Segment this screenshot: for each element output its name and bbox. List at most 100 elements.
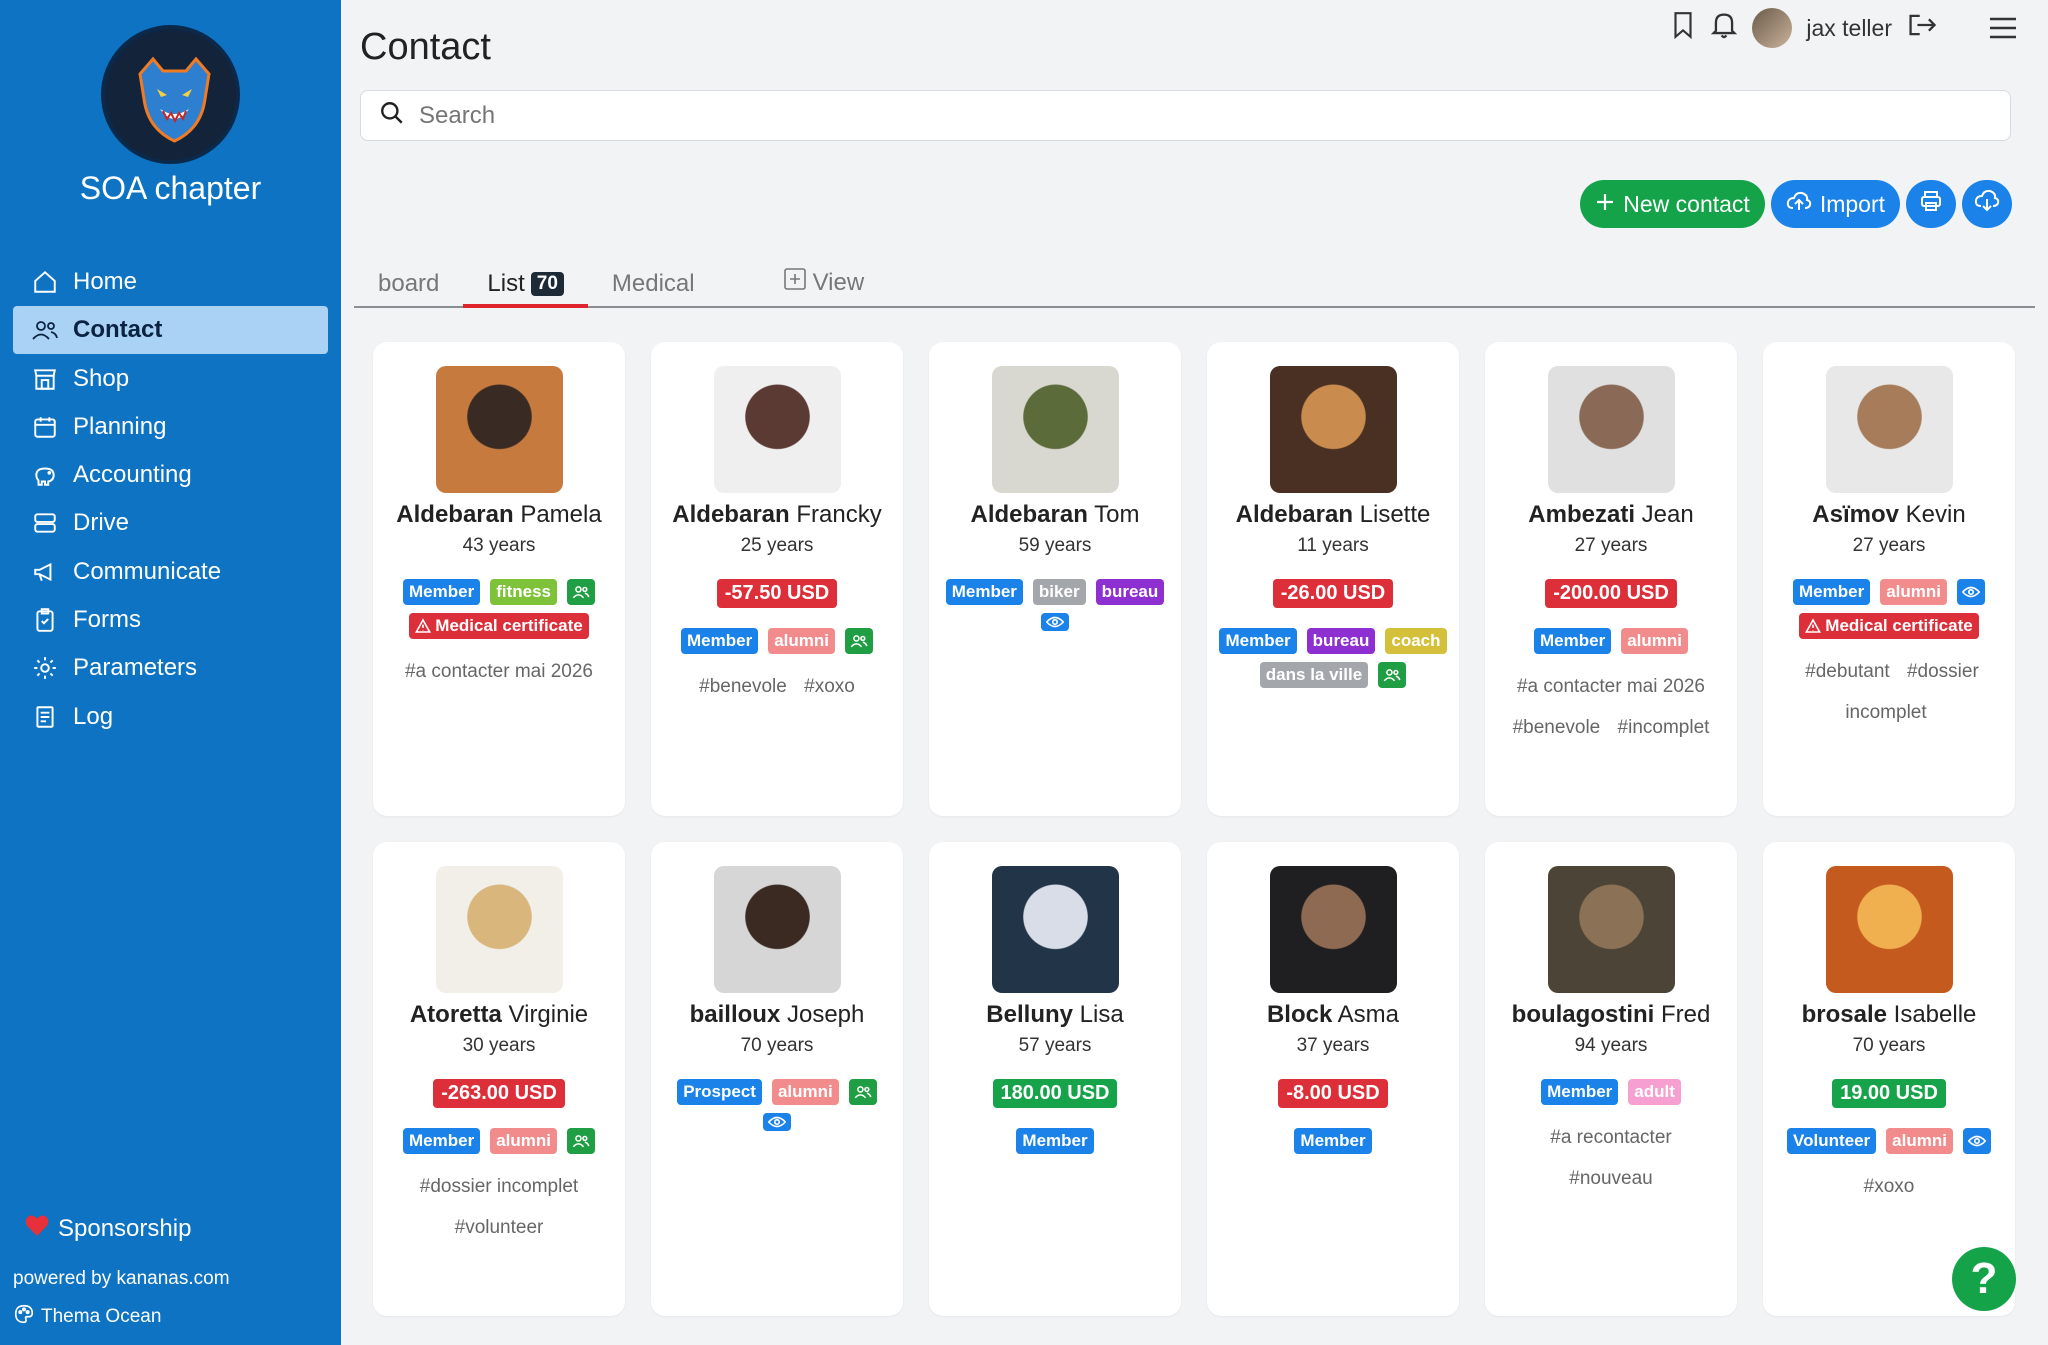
theme-switcher[interactable]: Thema Ocean: [13, 1303, 161, 1331]
sidebar-item-contact[interactable]: Contact: [13, 306, 328, 355]
tag[interactable]: #benevole: [1513, 717, 1601, 738]
contact-card[interactable]: brosale Isabelle 70 years 19.00 USD Volunte…: [1763, 842, 2015, 1316]
help-button[interactable]: ?: [1952, 1247, 2016, 1311]
plus-icon: [1595, 191, 1615, 218]
sidebar-item-log[interactable]: Log: [13, 693, 328, 741]
users-icon: [31, 316, 59, 344]
plus-square-icon: [783, 267, 807, 298]
tag[interactable]: #volunteer: [455, 1217, 544, 1238]
bookmark-icon[interactable]: [1670, 10, 1696, 46]
tab-list[interactable]: List 70: [463, 270, 588, 308]
group-badge: [566, 579, 595, 605]
contact-card[interactable]: bailloux Joseph 70 years Prospect alumni: [651, 842, 903, 1316]
contact-card[interactable]: boulagostini Fred 94 years Member adult #a r…: [1485, 842, 1737, 1316]
tag[interactable]: #a recontacter: [1550, 1127, 1671, 1148]
print-button[interactable]: [1906, 180, 1956, 228]
contact-name: Aldebaran Pamela: [373, 501, 625, 529]
tag-list: #xoxo: [1763, 1166, 2015, 1207]
status-badge: biker: [1032, 579, 1086, 605]
contact-first-name: Kevin: [1905, 501, 1966, 528]
contact-card[interactable]: Ambezati Jean 27 years -200.00 USD Member al…: [1485, 342, 1737, 816]
status-badge: alumni: [1880, 579, 1947, 605]
tag-list: #a contacter mai 2026 #benevole #incompl…: [1485, 666, 1737, 748]
chapter-logo[interactable]: [101, 25, 240, 164]
bell-icon[interactable]: [1710, 10, 1738, 46]
contact-card[interactable]: Belluny Lisa 57 years 180.00 USD Member: [929, 842, 1181, 1316]
contact-photo: [435, 366, 563, 493]
search-input[interactable]: [419, 101, 1919, 130]
user-name[interactable]: jax teller: [1806, 15, 1892, 42]
powered-by[interactable]: powered by kananas.com: [13, 1268, 230, 1290]
sidebar-item-communicate[interactable]: Communicate: [13, 548, 328, 596]
tab-label: List: [487, 270, 525, 297]
contact-card[interactable]: Aldebaran Pamela 43 years Member fitness Med…: [373, 342, 625, 816]
badge-label: Member: [1225, 631, 1291, 650]
badge-list: Member alumni: [373, 1128, 625, 1154]
contact-age: 59 years: [1018, 535, 1092, 556]
tab-label: View: [812, 268, 865, 296]
sidebar-item-planning[interactable]: Planning: [13, 403, 328, 451]
contact-card[interactable]: Aldebaran Tom 59 years Member biker bureau: [929, 342, 1181, 816]
tag-list: #dossier incomplet #volunteer: [373, 1166, 625, 1248]
group-icon: [1383, 667, 1401, 683]
import-button[interactable]: Import: [1770, 180, 1900, 228]
contact-name: Aldebaran Francky: [651, 501, 903, 529]
sidebar-item-label: Home: [73, 268, 138, 295]
tag[interactable]: #benevole: [699, 676, 787, 697]
new-contact-button[interactable]: New contact: [1580, 180, 1765, 228]
search-bar[interactable]: [360, 90, 2011, 141]
tag[interactable]: #debutant: [1805, 661, 1890, 682]
group-badge: [848, 1079, 877, 1105]
badge-label: alumni: [496, 1131, 551, 1150]
tag[interactable]: #nouveau: [1569, 1168, 1652, 1189]
download-button[interactable]: [1962, 180, 2012, 228]
contact-age: 94 years: [1574, 1035, 1648, 1056]
badge-label: adult: [1634, 1082, 1675, 1101]
sidebar-item-accounting[interactable]: Accounting: [13, 451, 328, 499]
contact-card[interactable]: Asïmov Kevin 27 years Member alumni Medical …: [1763, 342, 2015, 816]
drive-icon: [31, 509, 59, 537]
sidebar-item-forms[interactable]: Forms: [13, 596, 328, 644]
contact-card[interactable]: Atoretta Virginie 30 years -263.00 USD Memb…: [373, 842, 625, 1316]
tag[interactable]: #xoxo: [804, 676, 855, 697]
user-avatar[interactable]: [1752, 8, 1793, 48]
sidebar-item-shop[interactable]: Shop: [13, 355, 328, 403]
status-badge: Member: [403, 579, 481, 605]
logout-icon[interactable]: [1906, 11, 1938, 45]
contact-photo: [713, 366, 841, 493]
tag[interactable]: #a contacter mai 2026: [405, 661, 593, 682]
tag[interactable]: #a contacter mai 2026: [1517, 676, 1705, 697]
contact-card[interactable]: Aldebaran Lisette 11 years -26.00 USD Membe…: [1207, 342, 1459, 816]
status-badge: Medical certificate: [409, 613, 589, 639]
balance-badge: -200.00 USD: [1545, 579, 1677, 608]
contact-name: boulagostini Fred: [1485, 1001, 1737, 1029]
group-icon: [854, 1084, 872, 1100]
tab-board[interactable]: board: [354, 270, 463, 306]
contact-card[interactable]: Block Asma 37 years -8.00 USD Member: [1207, 842, 1459, 1316]
sidebar-item-label: Planning: [73, 412, 167, 440]
badge-label: bureau: [1101, 582, 1159, 601]
contact-age: 27 years: [1574, 535, 1648, 556]
group-badge: [1378, 662, 1407, 688]
status-badge: Prospect: [677, 1079, 762, 1105]
badge-label: Member: [1547, 1082, 1613, 1101]
contact-last-name: brosale: [1801, 1001, 1887, 1028]
menu-icon[interactable]: [1988, 14, 2018, 42]
sponsorship-link[interactable]: Sponsorship: [24, 1213, 191, 1244]
tab-medical[interactable]: Medical: [588, 270, 719, 306]
tag[interactable]: #dossier incomplet: [420, 1176, 578, 1197]
tag[interactable]: #incomplet: [1618, 717, 1710, 738]
sidebar-item-drive[interactable]: Drive: [13, 499, 328, 547]
printer-icon: [1919, 189, 1943, 219]
contact-last-name: Aldebaran: [396, 501, 514, 528]
tag[interactable]: #xoxo: [1864, 1176, 1915, 1197]
badge-label: Member: [1540, 631, 1606, 650]
tab-add-view[interactable]: View: [759, 267, 889, 306]
contact-last-name: boulagostini: [1511, 1001, 1655, 1028]
cloud-download-icon: [1974, 189, 2000, 219]
contact-card[interactable]: Aldebaran Francky 25 years -57.50 USD Membe…: [651, 342, 903, 816]
sidebar-item-home[interactable]: Home: [13, 258, 328, 306]
status-badge: coach: [1385, 628, 1447, 654]
contact-first-name: Pamela: [520, 501, 602, 528]
sidebar-item-parameters[interactable]: Parameters: [13, 644, 328, 692]
